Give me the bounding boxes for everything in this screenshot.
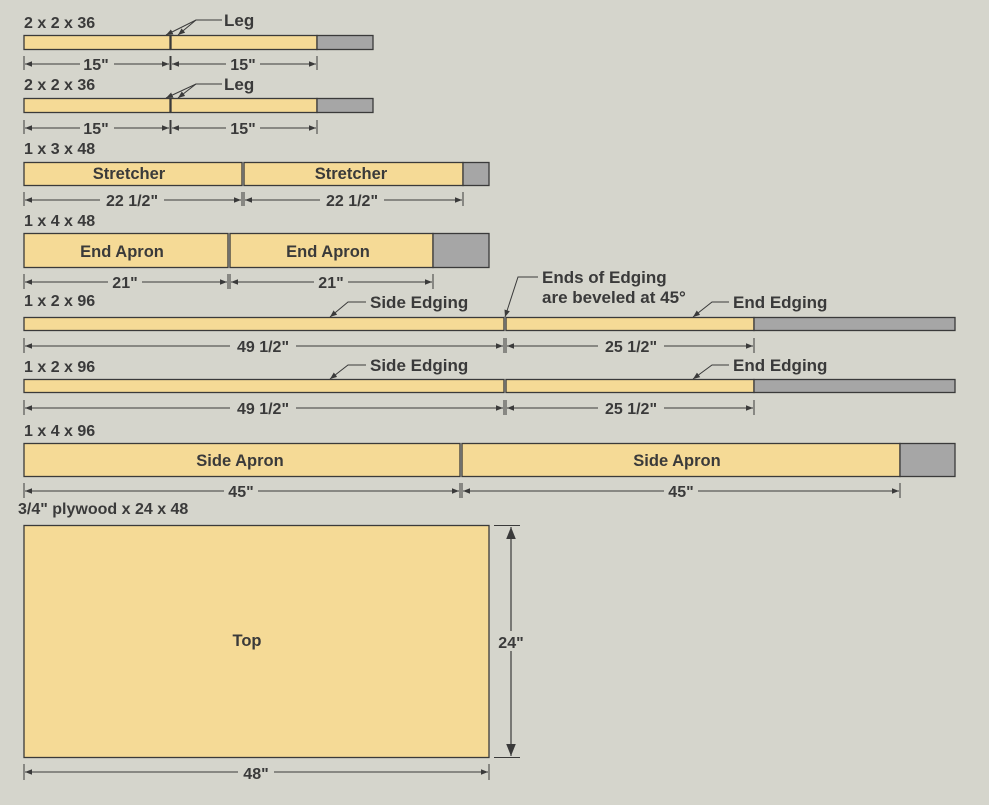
waste-section [432, 232, 490, 269]
stock-label: 3/4" plywood x 24 x 48 [18, 501, 188, 518]
plywood-sheet: 3/4" plywood x 24 x 48 Top 24" 48" [18, 501, 529, 783]
dimension-line [23, 192, 464, 208]
leader-line [165, 19, 222, 36]
callout-label: Side Edging [370, 356, 468, 375]
leg-part [23, 34, 171, 51]
leg-part [170, 97, 318, 114]
board-3: 1 x 3 x 48 Stretcher Stretcher 22 1/2" 2… [23, 141, 490, 210]
dimension-label: 15" [230, 57, 255, 74]
board-7: 1 x 4 x 96 Side Apron Side Apron 45" 45" [23, 423, 956, 501]
stock-label: 1 x 3 x 48 [24, 141, 95, 158]
stock-label: 1 x 2 x 96 [24, 359, 95, 376]
part-label: End Apron [286, 243, 370, 261]
part-label: Stretcher [93, 165, 166, 183]
callout-label: Side Edging [370, 293, 468, 312]
callout-label: are beveled at 45° [542, 288, 686, 307]
part-label: Side Apron [196, 452, 283, 470]
waste-section [316, 97, 374, 114]
dimension-label: 22 1/2" [326, 193, 378, 210]
part-label: Top [232, 632, 261, 650]
dimension-line [23, 274, 434, 290]
part-label: Side Apron [633, 452, 720, 470]
board-6: 1 x 2 x 96 49 1/2" 25 1/2" Side Edging E… [23, 356, 956, 418]
board-5: 1 x 2 x 96 49 1/2" 25 1/2" Side Edging E… [23, 268, 956, 356]
part-label: Stretcher [315, 165, 388, 183]
board-2: 2 x 2 x 36 15" 15" Leg [23, 75, 374, 138]
waste-section [316, 34, 374, 51]
stock-label: 1 x 2 x 96 [24, 293, 95, 310]
callout-label: End Edging [733, 356, 827, 375]
stock-label: 1 x 4 x 48 [24, 213, 95, 230]
cutting-diagram: 2 x 2 x 36 15" 15" Leg 2 x 2 x 36 15" 15… [0, 0, 989, 800]
stock-label: 2 x 2 x 36 [24, 77, 95, 94]
end-edging-part [505, 378, 755, 394]
waste-section [462, 161, 490, 187]
callout-label: Ends of Edging [542, 268, 667, 287]
dimension-label: 45" [668, 484, 693, 501]
waste-section [753, 378, 956, 394]
dimension-label: 21" [318, 275, 343, 292]
dimension-label: 49 1/2" [237, 401, 289, 418]
leader-line [165, 83, 222, 99]
waste-section [753, 316, 956, 332]
side-edging-part [23, 378, 505, 394]
dimension-label: 15" [83, 57, 108, 74]
waste-section [899, 442, 956, 478]
dimension-line [23, 56, 318, 72]
stock-label: 1 x 4 x 96 [24, 423, 95, 440]
board-4: 1 x 4 x 48 End Apron End Apron 21" 21" [23, 213, 490, 292]
dimension-label: 49 1/2" [237, 339, 289, 356]
dimension-line [23, 120, 318, 136]
part-label: End Apron [80, 243, 164, 261]
dimension-label: 48" [243, 766, 268, 783]
stock-label: 2 x 2 x 36 [24, 15, 95, 32]
leg-part [170, 34, 318, 51]
dimension-label: 21" [112, 275, 137, 292]
dimension-label: 22 1/2" [106, 193, 158, 210]
callout-label: End Edging [733, 293, 827, 312]
dimension-label: 25 1/2" [605, 401, 657, 418]
callout-label: Leg [224, 75, 254, 94]
dimension-label: 45" [228, 484, 253, 501]
end-edging-part [505, 316, 755, 332]
dimension-line [23, 483, 901, 499]
board-1: 2 x 2 x 36 15" 15" Leg [23, 11, 374, 74]
dimension-label: 15" [83, 121, 108, 138]
dimension-label: 15" [230, 121, 255, 138]
dimension-label: 24" [498, 635, 523, 652]
dimension-label: 25 1/2" [605, 339, 657, 356]
leg-part [23, 97, 171, 114]
side-edging-part [23, 316, 505, 332]
callout-label: Leg [224, 11, 254, 30]
